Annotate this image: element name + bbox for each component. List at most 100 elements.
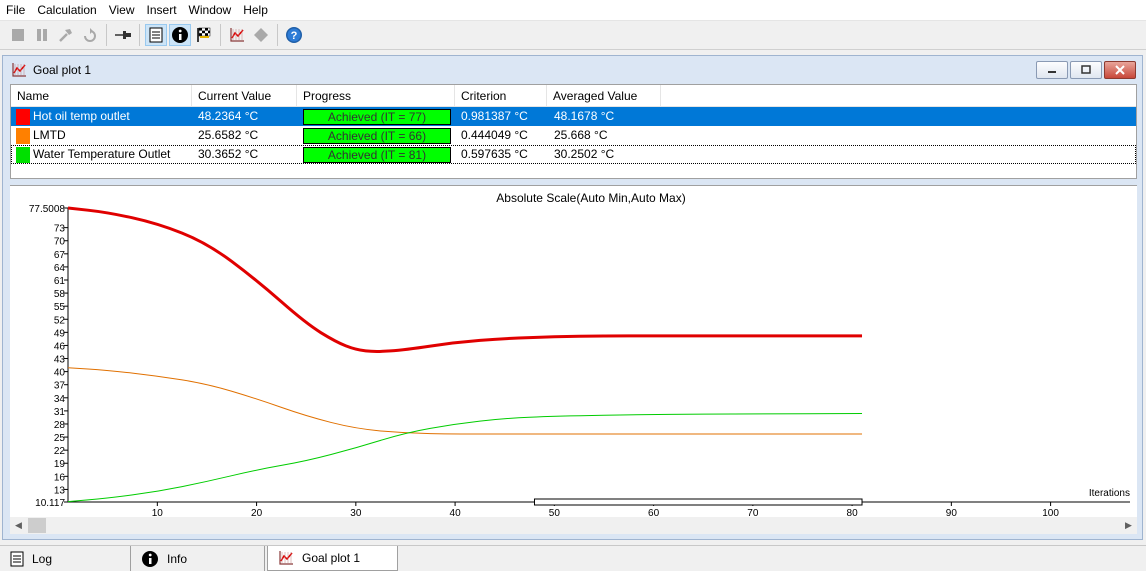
scroll-left-arrow[interactable]: ◀ bbox=[10, 517, 27, 534]
y-tick-label: 22 bbox=[54, 446, 66, 457]
goal-plot-button[interactable] bbox=[226, 24, 248, 46]
chart-title: Absolute Scale(Auto Min,Auto Max) bbox=[496, 191, 685, 205]
tab-label: Info bbox=[167, 551, 188, 566]
menu-insert[interactable]: Insert bbox=[141, 0, 183, 21]
goal-name: Hot oil temp outlet bbox=[33, 109, 130, 123]
document-icon bbox=[149, 27, 163, 43]
log-toggle-button[interactable] bbox=[145, 24, 167, 46]
goal-averaged-value: 48.1678 °C bbox=[554, 109, 615, 123]
iteration-range-marker bbox=[533, 498, 863, 506]
help-icon: ? bbox=[286, 27, 302, 43]
hammer-icon bbox=[59, 29, 72, 42]
toolbar-separator bbox=[139, 24, 140, 46]
menu-calculation[interactable]: Calculation bbox=[31, 0, 102, 21]
y-tick-label: 25 bbox=[54, 433, 66, 444]
series-line-lmtd bbox=[67, 367, 863, 435]
stop-icon bbox=[12, 29, 24, 41]
y-tick-label: 49 bbox=[54, 328, 66, 339]
y-tick-label: 37 bbox=[54, 381, 66, 392]
x-axis-label: Iterations bbox=[1089, 488, 1130, 499]
column-header-current-value[interactable]: Current Value bbox=[192, 85, 297, 107]
y-tick-label: 77.5008 bbox=[29, 204, 66, 215]
goal-plot-icon bbox=[230, 28, 244, 42]
pin-button[interactable] bbox=[112, 24, 134, 46]
y-tick-label: 43 bbox=[54, 355, 66, 366]
help-button[interactable]: ? bbox=[283, 24, 305, 46]
reset-button[interactable] bbox=[79, 24, 101, 46]
info-toggle-button[interactable] bbox=[169, 24, 191, 46]
y-tick-label: 40 bbox=[54, 368, 66, 379]
table-header: Name Current Value Progress Criterion Av… bbox=[11, 85, 1136, 107]
menu-view[interactable]: View bbox=[103, 0, 141, 21]
y-tick-label: 28 bbox=[54, 420, 66, 431]
y-tick-label: 55 bbox=[54, 302, 66, 313]
goal-criterion: 0.597635 °C bbox=[461, 147, 528, 161]
table-row[interactable]: Hot oil temp outlet 48.2364 °C Achieved … bbox=[11, 107, 1136, 126]
tab-log[interactable]: Log bbox=[0, 546, 131, 571]
close-icon bbox=[1115, 65, 1125, 75]
goal-plot-icon bbox=[12, 63, 26, 77]
toolbar: ? bbox=[0, 21, 1146, 50]
menu-help[interactable]: Help bbox=[237, 0, 274, 21]
y-tick-label: 73 bbox=[54, 224, 66, 235]
y-tick-label: 19 bbox=[54, 459, 66, 470]
tab-info[interactable]: Info bbox=[131, 546, 265, 571]
series-color-swatch bbox=[16, 108, 30, 125]
restore-button[interactable] bbox=[1070, 61, 1102, 79]
tab-goal-plot-1[interactable]: Goal plot 1 bbox=[267, 546, 398, 571]
goal-progress-bar: Achieved (IT = 66) bbox=[303, 127, 451, 144]
checkered-flag-icon bbox=[197, 27, 211, 42]
chart-horizontal-scrollbar[interactable]: ◀ ▶ bbox=[10, 517, 1137, 534]
table-row[interactable]: Water Temperature Outlet 30.3652 °C Achi… bbox=[11, 145, 1136, 164]
goal-progress-bar: Achieved (IT = 77) bbox=[303, 108, 451, 125]
y-tick-label: 46 bbox=[54, 341, 66, 352]
chart-svg: Absolute Scale(Auto Min,Auto Max) 10.117 1… bbox=[29, 191, 1130, 518]
toolbar-separator bbox=[220, 24, 221, 46]
column-header-name[interactable]: Name bbox=[11, 85, 192, 107]
y-tick-label: 58 bbox=[54, 289, 66, 300]
y-tick-label: 13 bbox=[54, 485, 66, 496]
diamond-button[interactable] bbox=[250, 24, 272, 46]
stop-button[interactable] bbox=[7, 24, 29, 46]
y-tick-label: 67 bbox=[54, 250, 66, 261]
minimize-icon bbox=[1048, 71, 1056, 73]
tab-label: Log bbox=[32, 551, 53, 566]
y-tick-label: 52 bbox=[54, 315, 66, 326]
hammer-button[interactable] bbox=[55, 24, 77, 46]
menu-bar: File Calculation View Insert Window Help bbox=[0, 0, 1146, 21]
toolbar-separator bbox=[106, 24, 107, 46]
series-line-water-temperature-outlet bbox=[67, 413, 863, 503]
goal-averaged-value: 30.2502 °C bbox=[554, 147, 615, 161]
goal-progress-bar: Achieved (IT = 81) bbox=[303, 146, 451, 163]
column-header-averaged-value[interactable]: Averaged Value bbox=[547, 85, 661, 107]
scrollbar-thumb[interactable] bbox=[28, 518, 46, 533]
window-titlebar[interactable]: Goal plot 1 bbox=[3, 56, 1142, 84]
goal-plot-chart: Absolute Scale(Auto Min,Auto Max) 10.117 1… bbox=[10, 185, 1137, 518]
restore-icon bbox=[1081, 65, 1091, 74]
goal-name: LMTD bbox=[33, 128, 66, 142]
table-row[interactable]: LMTD 25.6582 °C Achieved (IT = 66) 0.444… bbox=[11, 126, 1136, 145]
document-icon bbox=[10, 551, 24, 566]
goal-criterion: 0.444049 °C bbox=[461, 128, 528, 142]
diamond-icon bbox=[254, 28, 268, 42]
goal-current-value: 48.2364 °C bbox=[198, 109, 259, 123]
minimize-button[interactable] bbox=[1036, 61, 1068, 79]
y-tick-label: 70 bbox=[54, 237, 66, 248]
pause-icon bbox=[37, 29, 47, 41]
menu-window[interactable]: Window bbox=[183, 0, 238, 21]
y-tick-label: 61 bbox=[54, 276, 66, 287]
y-tick-label: 16 bbox=[54, 472, 66, 483]
info-icon bbox=[172, 27, 188, 43]
column-header-criterion[interactable]: Criterion bbox=[455, 85, 547, 107]
y-tick-label: 34 bbox=[54, 394, 66, 405]
scroll-right-arrow[interactable]: ▶ bbox=[1120, 517, 1137, 534]
column-header-progress[interactable]: Progress bbox=[297, 85, 455, 107]
close-button[interactable] bbox=[1104, 61, 1136, 79]
y-tick-label: 10.117 bbox=[35, 498, 65, 509]
pause-button[interactable] bbox=[31, 24, 53, 46]
goal-plot-icon bbox=[279, 551, 293, 565]
window-controls bbox=[1036, 61, 1136, 79]
menu-file[interactable]: File bbox=[0, 0, 31, 21]
goal-current-value: 30.3652 °C bbox=[198, 147, 259, 161]
goals-flag-button[interactable] bbox=[193, 24, 215, 46]
